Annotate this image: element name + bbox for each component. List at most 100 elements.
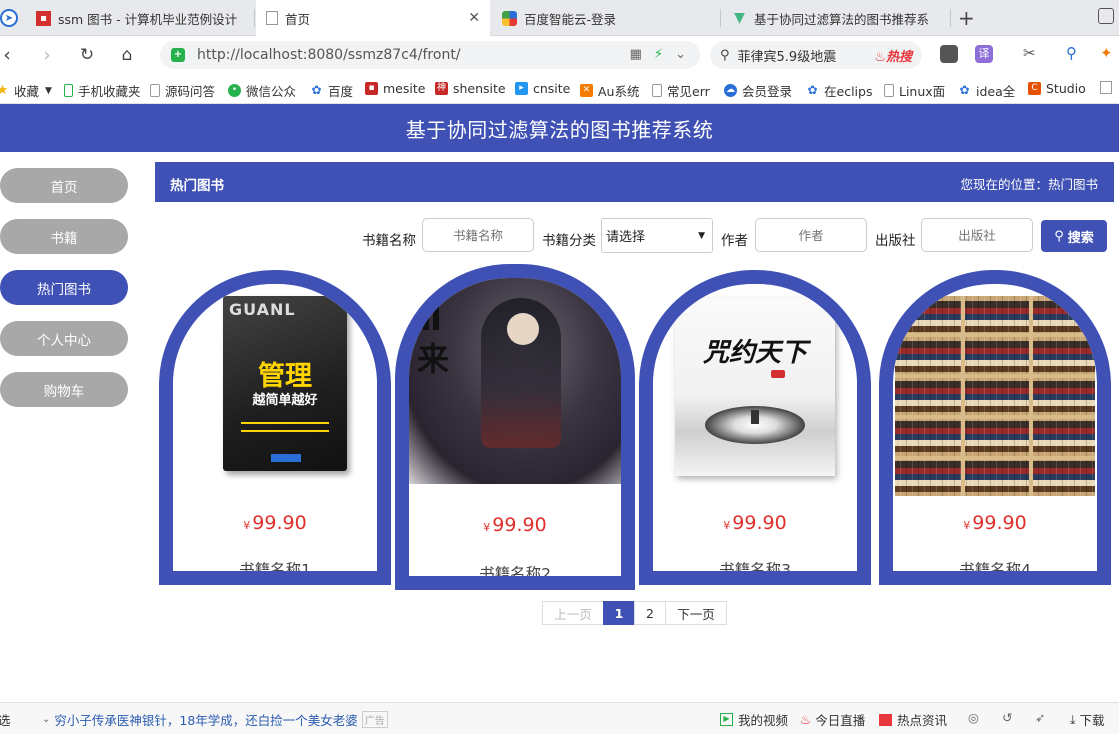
scissors-icon[interactable]: ✂ (1023, 44, 1036, 62)
tab-home[interactable]: 首页 ✕ (256, 0, 490, 36)
game-controller-icon[interactable]: ✦ (1100, 44, 1113, 62)
status-item-label: 下载 (1079, 713, 1105, 728)
author-input[interactable] (755, 218, 867, 252)
bookmark-item[interactable]: 神 shensite (435, 81, 506, 96)
price-value: 99.90 (492, 514, 547, 536)
book-card[interactable]: 来 ¥99.90 书籍名称2 (395, 264, 635, 590)
page-1-button[interactable]: 1 (603, 601, 635, 625)
currency-symbol: ¥ (243, 519, 251, 532)
news-text[interactable]: 穷小子传承医神银针，18年学成，还白捡一个美女老婆 (54, 710, 357, 729)
hot-news-button[interactable]: 热点资讯 (879, 710, 947, 729)
magnifier-tool-icon[interactable]: ⚲ (1066, 44, 1077, 62)
qr-code-icon[interactable]: ▦ (630, 47, 642, 62)
sidebar-item-profile[interactable]: 个人中心 (0, 321, 128, 356)
download-icon: ⤓ (1070, 711, 1076, 727)
tab-ssm-book[interactable]: ▪ ssm 图书 - 计算机毕业范例设计 (32, 0, 250, 36)
home-icon[interactable]: ⌂ (114, 42, 140, 68)
sidebar-item-books[interactable]: 书籍 (0, 219, 128, 254)
browser-app-icon[interactable]: ➤ (0, 0, 24, 36)
author-label: 作者 (721, 233, 748, 249)
news-ticker[interactable]: ⌄ 穷小子传承医神银针，18年学成，还白捡一个美女老婆 广告 (42, 710, 388, 729)
sidebar-item-hot-books[interactable]: 热门图书 (0, 270, 128, 305)
bookmark-item[interactable]: ✿ 百度 (310, 81, 353, 100)
bookmark-label: 常见err (667, 84, 710, 99)
breadcrumb: 您现在的位置：热门图书 (960, 177, 1098, 192)
bookmark-item[interactable]: • 微信公众 (228, 81, 296, 100)
my-videos-button[interactable]: ▶ 我的视频 (720, 710, 788, 729)
browser-search-box[interactable]: ⚲ 菲律宾5.9级地震 ♨热搜 (710, 41, 922, 69)
address-bar[interactable]: + http://localhost:8080/ssmz87c4/front/ … (160, 41, 700, 69)
prev-page-button[interactable]: 上一页 (542, 601, 604, 625)
book-name[interactable]: 书籍名称1 (173, 558, 377, 571)
bookmark-item[interactable]: ✿ idea全 (958, 81, 1015, 100)
publisher-input[interactable] (921, 218, 1033, 252)
book-card[interactable]: 咒约天下 ¥99.90 书籍名称3 (639, 270, 871, 585)
bookshelf-post (961, 296, 965, 496)
tab-baidu-cloud[interactable]: 百度智能云-登录 (498, 0, 718, 36)
location-icon[interactable]: ◎ (968, 710, 979, 725)
download-button[interactable]: ⤓ 下载 (1070, 710, 1105, 729)
bookmark-label: 源码问答 (165, 84, 216, 99)
lightning-icon[interactable]: ⚡ (654, 47, 663, 62)
publisher-label: 出版社 (875, 233, 916, 249)
forward-icon[interactable]: › (34, 42, 60, 68)
chevron-down-icon: ▼ (698, 231, 705, 241)
tab-title: 基于协同过滤算法的图书推荐系 (754, 11, 930, 27)
page-2-button[interactable]: 2 (634, 601, 666, 625)
new-tab-icon[interactable]: + (958, 6, 975, 30)
bookmark-label: mesite (383, 81, 426, 96)
search-query[interactable]: 菲律宾5.9级地震 (738, 46, 837, 65)
back-icon[interactable]: ‹ (0, 42, 20, 68)
bookmark-favorites[interactable]: ★ 收藏 ▼ (0, 81, 52, 100)
close-tab-icon[interactable]: ✕ (468, 10, 480, 26)
secure-shield-icon: + (171, 48, 185, 62)
book-card[interactable]: GUANL 管理 越简单越好 ¥99.90 书籍名称1 (159, 270, 391, 585)
sidebar-item-home[interactable]: 首页 (0, 168, 128, 203)
reload-icon[interactable]: ↻ (74, 42, 100, 68)
bookmark-item[interactable]: Linux面 (884, 81, 945, 100)
next-page-button[interactable]: 下一页 (665, 601, 727, 625)
refresh-icon[interactable]: ↺ (1002, 710, 1012, 725)
url-text[interactable]: http://localhost:8080/ssmz87c4/front/ (197, 47, 461, 63)
dropdown-chevron-icon[interactable]: ⌄ (675, 47, 686, 62)
sidebar-item-cart[interactable]: 购物车 (0, 372, 128, 407)
search-button[interactable]: ⚲ 搜索 (1041, 220, 1107, 252)
rocket-icon[interactable]: ➶ (1035, 710, 1045, 725)
book-name[interactable]: 书籍名称4 (893, 558, 1097, 571)
bookmark-item[interactable]: C Studio (1028, 81, 1086, 96)
book-price: ¥99.90 (893, 512, 1097, 534)
baidu-cloud-icon (502, 10, 517, 26)
bookmark-item[interactable]: ✿ 在eclips (806, 81, 872, 100)
bookmark-item[interactable]: ▸ cnsite (515, 81, 570, 96)
tab-recommend-system[interactable]: ▼ 基于协同过滤算法的图书推荐系 (732, 0, 942, 36)
flame-icon: ♨ (800, 712, 812, 727)
extension-box-icon[interactable] (940, 45, 958, 63)
bookmark-item[interactable]: ☁ 会员登录 (724, 81, 792, 100)
book-category-select[interactable]: 请选择 ▼ (601, 218, 713, 253)
bookmark-item[interactable]: ✕ Au系统 (580, 81, 639, 100)
book-card[interactable]: ¥99.90 书籍名称4 (879, 270, 1111, 585)
bookmark-label: shensite (453, 81, 506, 96)
sidebar-item-label: 个人中心 (37, 332, 91, 349)
book-cover-art: 咒约天下 (675, 298, 835, 476)
bookmark-item[interactable]: 手机收藏夹 (64, 81, 141, 100)
bookmark-item[interactable]: 源码问答 (150, 81, 215, 100)
status-left-text[interactable]: 选 (0, 710, 11, 729)
bookshelf-boards (895, 296, 1095, 496)
baidu-paw-icon: ✿ (807, 83, 818, 97)
book-cover-image (895, 296, 1095, 496)
cover-banner-text: GUANL (229, 300, 296, 319)
page-icon[interactable] (1100, 81, 1112, 94)
book-name-input[interactable] (422, 218, 534, 252)
book-name[interactable]: 书籍名称2 (409, 562, 621, 576)
vue-icon: ▼ (734, 10, 745, 26)
phone-icon (64, 84, 73, 97)
bookmark-item[interactable]: 常见err (652, 81, 710, 100)
tab-overview-icon[interactable] (1098, 8, 1114, 24)
bookmark-item[interactable]: ▪ mesite (365, 81, 425, 96)
live-stream-button[interactable]: ♨ 今日直播 (800, 710, 865, 729)
page-icon (652, 84, 662, 97)
translate-icon[interactable]: 译 (975, 45, 993, 63)
book-name[interactable]: 书籍名称3 (653, 558, 857, 571)
page-number: 1 (614, 605, 624, 621)
